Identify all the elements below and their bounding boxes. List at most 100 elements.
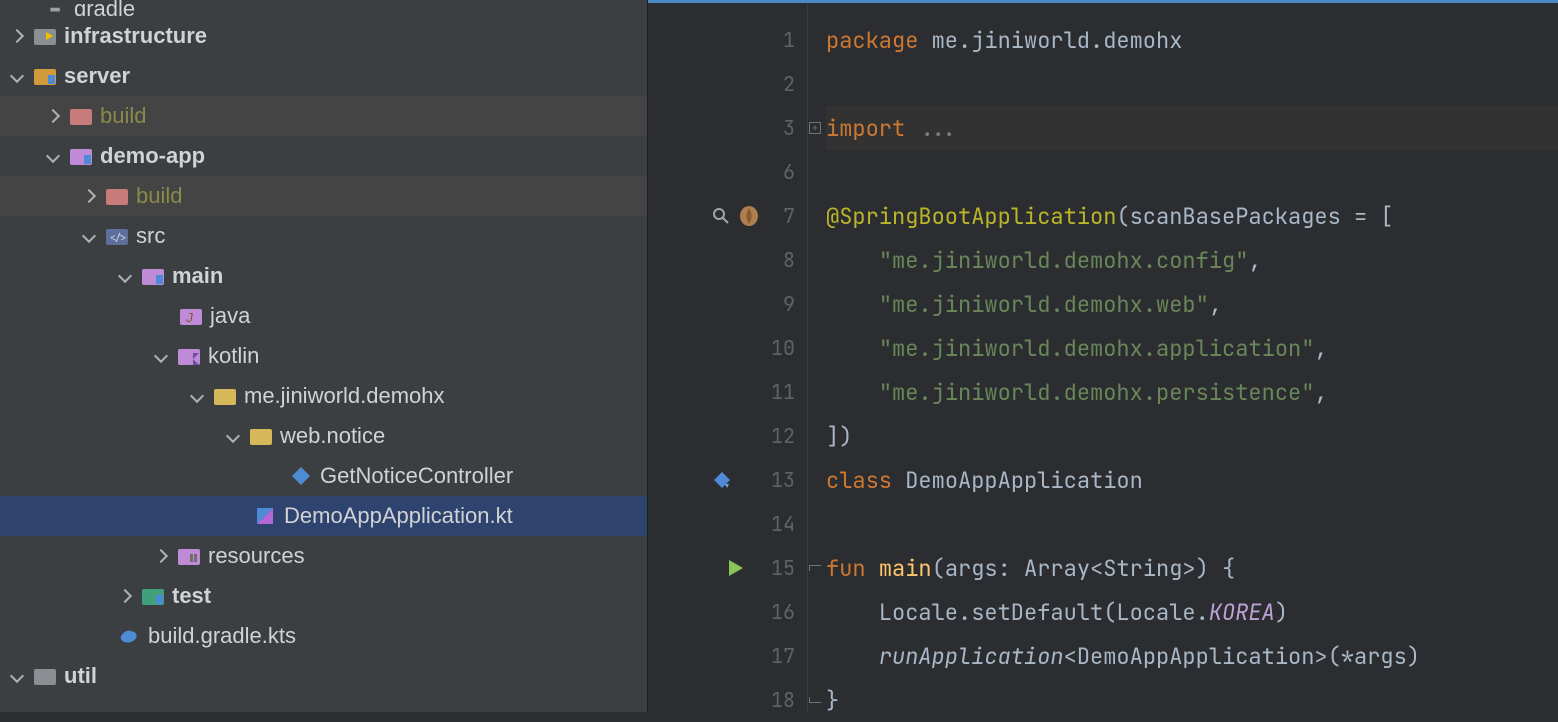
kotlin-folder-icon — [178, 346, 200, 366]
excluded-folder-icon — [70, 106, 92, 126]
svg-text:J: J — [186, 310, 193, 325]
code-text: "me.jiniworld.demohx.web" — [879, 290, 1209, 319]
tree-item-package[interactable]: me.jiniworld.demohx — [0, 376, 647, 416]
tree-item-src[interactable]: </> src — [0, 216, 647, 256]
tree-item-demo-app[interactable]: demo-app — [0, 136, 647, 176]
chevron-down-icon[interactable] — [226, 429, 240, 443]
code-text: class — [826, 466, 892, 495]
tree-label: build — [136, 183, 182, 209]
code-text: me.jiniworld.demohx — [918, 26, 1182, 55]
tree-item-web-notice[interactable]: web.notice — [0, 416, 647, 456]
chevron-down-icon[interactable] — [118, 269, 132, 283]
fold-expand-icon[interactable]: + — [809, 122, 821, 134]
code-text: main — [879, 554, 932, 583]
code-text: runApplication — [879, 642, 1064, 671]
tree-item-build-gradle[interactable]: build.gradle.kts — [0, 616, 647, 656]
chevron-right-icon[interactable] — [82, 189, 96, 203]
tree-item-resources[interactable]: resources — [0, 536, 647, 576]
chevron-down-icon[interactable] — [46, 149, 60, 163]
tree-label: resources — [208, 543, 305, 569]
module-folder-icon — [142, 266, 164, 286]
module-folder-icon — [34, 26, 56, 46]
chevron-down-icon[interactable] — [82, 229, 96, 243]
package-icon — [214, 386, 236, 406]
tree-item-demoapp-build[interactable]: build — [0, 176, 647, 216]
tree-label: main — [172, 263, 223, 289]
module-folder-icon — [70, 146, 92, 166]
tree-item-server-build[interactable]: build — [0, 96, 647, 136]
line-number: 3 — [753, 115, 795, 141]
line-number: 15 — [753, 555, 795, 581]
code-text: fun — [826, 554, 879, 583]
chevron-down-icon[interactable] — [10, 69, 24, 83]
tree-label: DemoAppApplication.kt — [284, 503, 513, 529]
tree-item-gradle[interactable]: ▬ gradle — [0, 0, 647, 16]
tab-highlight — [648, 0, 1558, 3]
tree-label: me.jiniworld.demohx — [244, 383, 445, 409]
chevron-down-icon[interactable] — [190, 389, 204, 403]
code-text: @SpringBootApplication — [826, 202, 1116, 231]
excluded-folder-icon — [106, 186, 128, 206]
chevron-down-icon[interactable] — [154, 349, 168, 363]
tree-label: build.gradle.kts — [148, 623, 296, 649]
code-text: , — [1209, 290, 1222, 319]
line-number: 9 — [753, 291, 795, 317]
tree-item-app-kt[interactable]: DemoAppApplication.kt — [0, 496, 647, 536]
chevron-right-icon[interactable] — [46, 109, 60, 123]
tree-label: gradle — [74, 0, 135, 16]
fold-column[interactable]: + — [808, 0, 822, 712]
tree-label: src — [136, 223, 165, 249]
fold-start-icon[interactable] — [809, 565, 821, 571]
project-tree[interactable]: ▬ gradle infrastructure server build dem… — [0, 0, 648, 712]
code-text: ]) — [826, 422, 852, 451]
tree-label: demo-app — [100, 143, 205, 169]
tree-item-test[interactable]: test — [0, 576, 647, 616]
code-text — [826, 378, 879, 407]
tree-label: server — [64, 63, 130, 89]
line-number: 2 — [753, 71, 795, 97]
tree-item-util[interactable]: util — [0, 656, 647, 696]
code-text — [826, 246, 879, 275]
tree-item-infrastructure[interactable]: infrastructure — [0, 16, 647, 56]
line-number: 8 — [753, 247, 795, 273]
search-icon[interactable] — [712, 207, 730, 225]
code-text: , — [1248, 246, 1261, 275]
code-text: DemoAppApplication — [892, 466, 1143, 495]
code-text: , — [1314, 378, 1327, 407]
folder-icon: ▬ — [44, 0, 66, 16]
tree-item-java[interactable]: J java — [0, 296, 647, 336]
line-number: 13 — [753, 467, 795, 493]
code-text: <DemoAppApplication>(*args) — [1064, 642, 1420, 671]
tree-label: util — [64, 663, 97, 689]
run-icon[interactable] — [726, 558, 746, 578]
fold-end-icon[interactable] — [809, 697, 821, 703]
line-number: 12 — [753, 423, 795, 449]
spring-bean-icon[interactable] — [738, 205, 760, 227]
tree-item-controller[interactable]: GetNoticeController — [0, 456, 647, 496]
code-text: KOREA — [1209, 598, 1275, 627]
navigate-bean-icon[interactable] — [712, 470, 732, 490]
chevron-right-icon[interactable] — [118, 589, 132, 603]
code-text: Locale.setDefault(Locale. — [826, 598, 1209, 627]
chevron-right-icon[interactable] — [10, 29, 24, 43]
code-text: (scanBasePackages = [ — [1116, 202, 1393, 231]
line-number: 14 — [753, 511, 795, 537]
chevron-down-icon[interactable] — [10, 669, 24, 683]
tree-item-server[interactable]: server — [0, 56, 647, 96]
code-text: import — [826, 114, 905, 143]
tree-label: web.notice — [280, 423, 385, 449]
chevron-right-icon[interactable] — [154, 549, 168, 563]
line-number: 17 — [753, 643, 795, 669]
code-area[interactable]: package me.jiniworld.demohx import ... @… — [822, 0, 1558, 712]
editor-gutter[interactable]: 1 2 3 6 7 8 9 10 11 12 13 14 — [648, 0, 808, 712]
tree-label: infrastructure — [64, 23, 207, 49]
tree-item-main[interactable]: main — [0, 256, 647, 296]
code-text: package — [826, 26, 918, 55]
code-editor[interactable]: 1 2 3 6 7 8 9 10 11 12 13 14 — [648, 0, 1558, 712]
gradle-icon — [118, 626, 140, 646]
code-text: } — [826, 686, 839, 715]
tree-item-kotlin[interactable]: kotlin — [0, 336, 647, 376]
line-number: 11 — [753, 379, 795, 405]
tree-label: java — [210, 303, 250, 329]
line-number: 1 — [753, 27, 795, 53]
